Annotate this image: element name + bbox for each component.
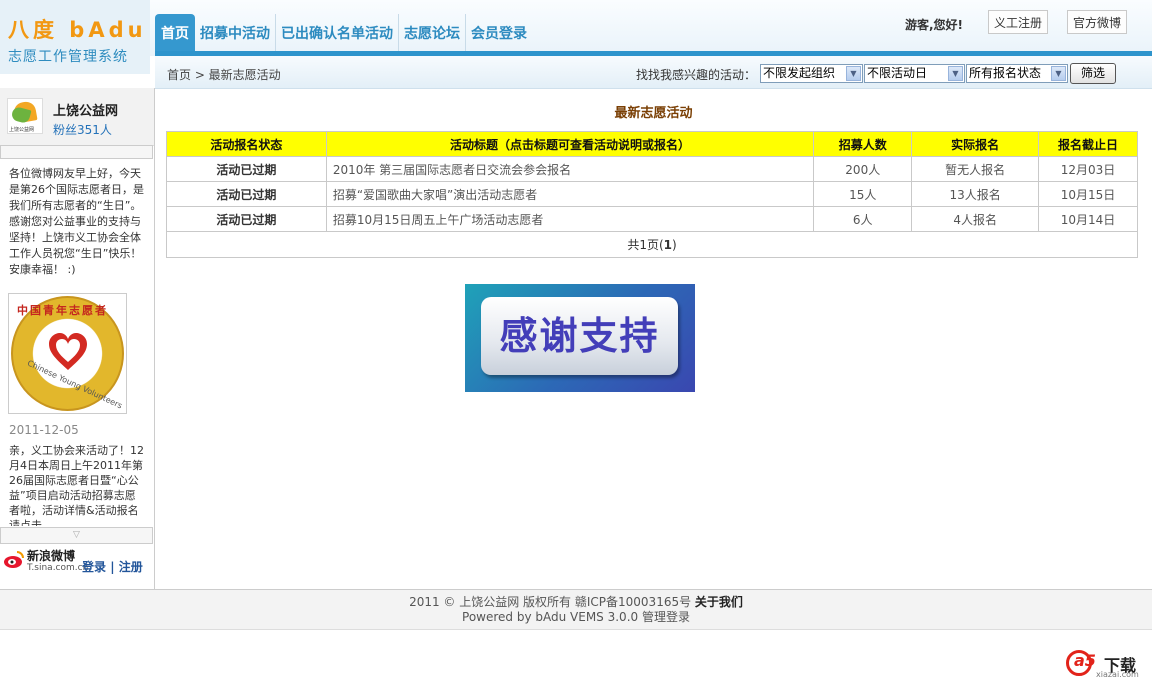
thanks-banner-text: 感谢支持 [499,314,660,358]
toolbar: 首页 > 最新志愿活动 找找我感兴趣的活动： 不限发起组织 ▼ 不限活动日 ▼ … [155,56,1152,89]
footer-powered[interactable]: Powered by bAdu VEMS 3.0.0 管理登录 [0,610,1152,625]
breadcrumb[interactable]: 首页 > 最新志愿活动 [167,66,281,83]
org-select-value: 不限发起组织 [763,66,836,80]
filter-button[interactable]: 筛选 [1070,63,1116,84]
table-row: 活动已过期 2010年 第三届国际志愿者日交流会参会报名 200人 暂无人报名 … [166,156,1138,182]
avatar-text: 上饶公益网 [9,127,35,133]
org-select[interactable]: 不限发起组织 ▼ [760,64,863,83]
row-status: 活动已过期 [166,206,327,232]
pagination: 共1页(1) [166,231,1138,258]
footer: 2011 © 上饶公益网 版权所有 赣ICP备10003165号 关于我们 Po… [0,589,1152,630]
copyright-text: 2011 © 上饶公益网 版权所有 赣ICP备10003165号 [409,595,692,609]
weibo-post: 亲，义工协会来活动了！12月4日本周日上午2011年第26届国际志愿者日暨“心公… [9,444,144,526]
weibo-name[interactable]: 上饶公益网 [53,100,118,119]
widget-divider [0,145,153,159]
about-link[interactable]: 关于我们 [695,595,743,609]
avatar[interactable]: 上饶公益网 [7,98,43,134]
table-header-row: 活动报名状态 活动标题（点击标题可查看活动说明或报名） 招募人数 实际报名 报名… [166,131,1138,157]
nav-home[interactable]: 首页 [155,14,195,52]
separator: | [110,560,115,574]
row-actual: 13人报名 [911,181,1040,207]
status-select-value: 所有报名状态 [969,66,1042,80]
row-deadline: 10月14日 [1038,206,1138,232]
watermark-mark: a5 [1074,651,1096,670]
weibo-auth-links: 登录 | 注册 [82,558,143,575]
row-status: 活动已过期 [166,181,327,207]
heart-icon [49,333,87,370]
chevron-down-icon[interactable]: ▼ [1051,66,1066,81]
table-row: 活动已过期 招募10月15日周五上午广场活动志愿者 6人 4人报名 10月14日 [166,206,1138,232]
sina-weibo-domain: T.sina.com.cn [27,563,89,573]
page-link[interactable]: 1 [664,238,672,252]
activity-table: 活动报名状态 活动标题（点击标题可查看活动说明或报名） 招募人数 实际报名 报名… [166,131,1138,258]
row-recruit: 200人 [813,156,913,182]
nav-confirmed[interactable]: 已出确认名单活动 [276,14,399,52]
status-select[interactable]: 所有报名状态 ▼ [966,64,1068,83]
badge-ring-text: 中国青年志愿者 [17,304,108,317]
official-weibo-button[interactable]: 官方微博 [1067,10,1127,34]
row-actual: 4人报名 [911,206,1040,232]
filter-label: 找找我感兴趣的活动： [636,68,757,82]
day-select-value: 不限活动日 [867,66,928,80]
weibo-widget: 上饶公益网 上饶公益网 粉丝351人 各位微博网友早上好，今天是第26个国际志愿… [0,88,155,590]
col-recruit: 招募人数 [813,131,913,157]
row-title-link[interactable]: 招募10月15日周五上午广场活动志愿者 [325,206,815,232]
logo-title: 八度 bAdu [8,18,147,42]
watermark-domain: xiazai.com [1096,670,1139,679]
pager-suffix: ) [672,238,677,252]
weibo-login-link[interactable]: 登录 [82,560,106,574]
volunteer-register-button[interactable]: 义工注册 [988,10,1048,34]
weibo-profile: 上饶公益网 上饶公益网 粉丝351人 [0,88,154,146]
col-title: 活动标题（点击标题可查看活动说明或报名） [325,131,815,157]
main-nav: 首页 招募中活动 已出确认名单活动 志愿论坛 会员登录 [155,12,532,52]
header: 首页 招募中活动 已出确认名单活动 志愿论坛 会员登录 游客,您好! 义工注册 … [0,0,1152,56]
nav-recruiting[interactable]: 招募中活动 [195,14,276,52]
row-recruit: 6人 [813,206,913,232]
site-logo[interactable]: 八度 bAdu 志愿工作管理系统 [0,0,150,74]
thanks-banner-plate: 感谢支持 [481,297,678,375]
page-title: 最新志愿活动 [614,106,693,121]
row-title-link[interactable]: 招募“爱国歌曲大家唱”演出活动志愿者 [325,181,815,207]
logo-subtitle: 志愿工作管理系统 [8,49,128,65]
weibo-post: 各位微博网友早上好，今天是第26个国际志愿者日，是我们所有志愿者的“生日”。感谢… [9,167,144,276]
scroll-down-button[interactable]: ▽ [0,527,153,544]
weibo-fans[interactable]: 粉丝351人 [53,121,112,138]
sina-weibo-label: 新浪微博 [27,549,76,563]
row-title-link[interactable]: 2010年 第三届国际志愿者日交流会参会报名 [325,156,815,182]
footer-copyright: 2011 © 上饶公益网 版权所有 赣ICP备10003165号 关于我们 [0,595,1152,610]
weibo-post-image[interactable]: 中国青年志愿者 Chinese Young Volunteers [8,293,127,414]
nav-member-login[interactable]: 会员登录 [466,14,532,52]
chevron-down-icon[interactable]: ▼ [948,66,963,81]
pagination-row: 共1页(1) [166,231,1138,258]
row-status: 活动已过期 [166,156,327,182]
day-select[interactable]: 不限活动日 ▼ [864,64,965,83]
nav-forum[interactable]: 志愿论坛 [399,14,466,52]
row-recruit: 15人 [813,181,913,207]
greeting: 游客,您好! [905,18,964,32]
watermark-logo: a5 下载 xiazai.com [1066,648,1146,680]
col-deadline: 报名截止日 [1038,131,1138,157]
weibo-register-link[interactable]: 注册 [119,560,143,574]
row-actual: 暂无人报名 [911,156,1040,182]
row-deadline: 10月15日 [1038,181,1138,207]
table-row: 活动已过期 招募“爱国歌曲大家唱”演出活动志愿者 15人 13人报名 10月15… [166,181,1138,207]
chevron-down-icon[interactable]: ▼ [846,66,861,81]
row-deadline: 12月03日 [1038,156,1138,182]
sina-weibo-icon [4,551,24,568]
col-status: 活动报名状态 [166,131,327,157]
pager-prefix: 共1页( [627,238,664,252]
post-date: 2011-12-05 [9,423,79,437]
thanks-banner[interactable]: 感谢支持 [465,284,695,392]
col-actual: 实际报名 [911,131,1040,157]
